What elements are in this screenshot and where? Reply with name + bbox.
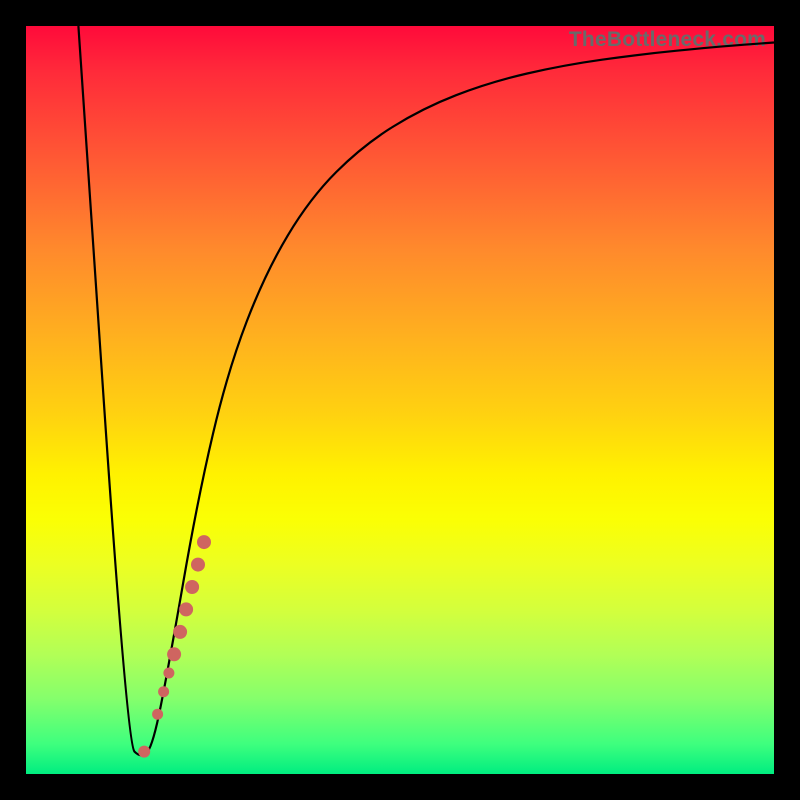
data-marker bbox=[167, 647, 181, 661]
data-marker bbox=[163, 668, 174, 679]
marker-group bbox=[138, 535, 211, 758]
data-marker bbox=[185, 580, 199, 594]
chart-frame: TheBottleneck.com bbox=[0, 0, 800, 800]
data-marker bbox=[158, 686, 169, 697]
data-marker bbox=[152, 709, 163, 720]
chart-svg bbox=[26, 26, 774, 774]
data-marker bbox=[173, 625, 187, 639]
curve-line bbox=[78, 26, 774, 755]
data-marker bbox=[138, 746, 150, 758]
data-marker bbox=[179, 602, 193, 616]
data-marker bbox=[197, 535, 211, 549]
plot-area: TheBottleneck.com bbox=[26, 26, 774, 774]
data-marker bbox=[191, 558, 205, 572]
